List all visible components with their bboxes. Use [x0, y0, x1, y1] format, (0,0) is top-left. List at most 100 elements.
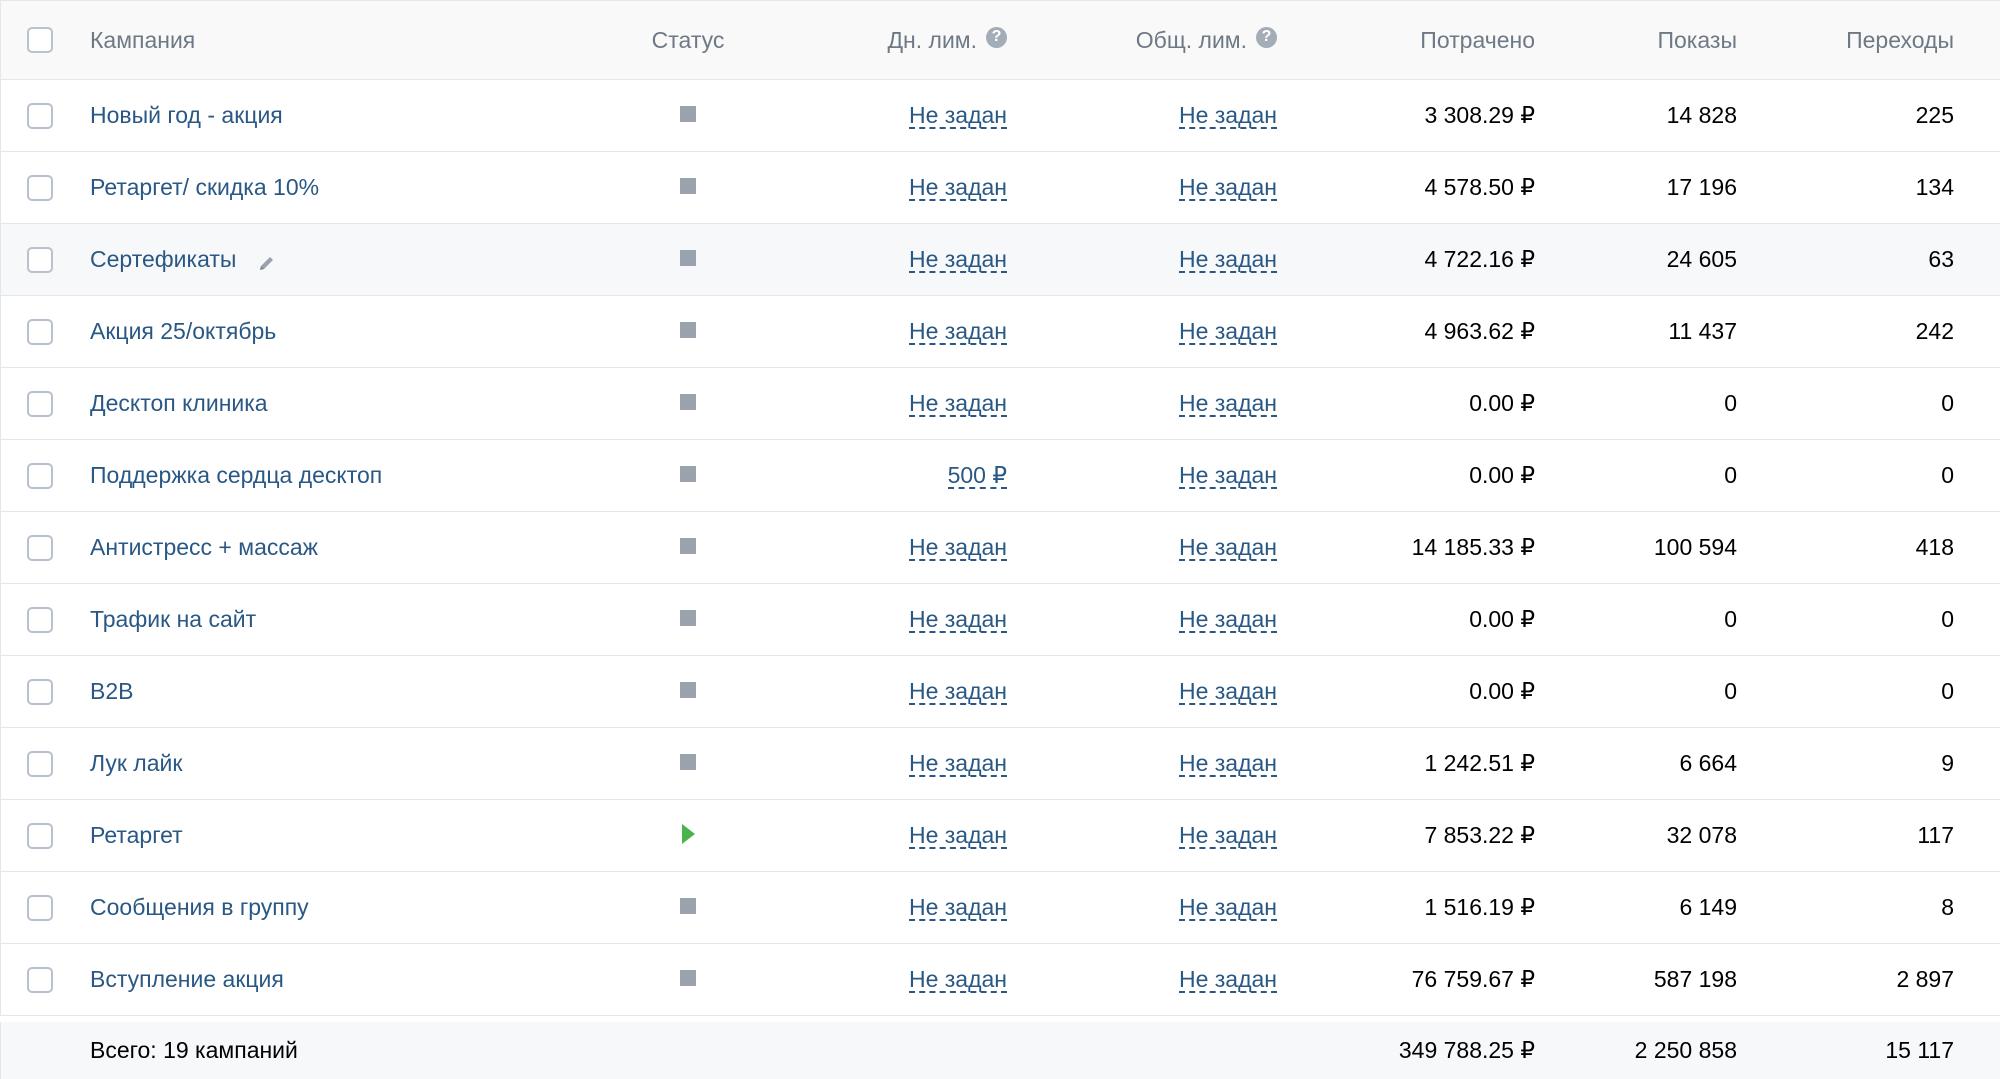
row-checkbox[interactable] — [27, 390, 53, 417]
row-checkbox[interactable] — [27, 102, 53, 129]
total-limit-link[interactable]: Не задан — [1178, 463, 1277, 489]
stop-square-icon[interactable] — [680, 609, 696, 626]
stop-square-icon[interactable] — [680, 321, 696, 338]
row-checkbox[interactable] — [27, 462, 53, 489]
total-limit-link[interactable]: Не задан — [1178, 607, 1277, 633]
total-limit-link[interactable]: Не задан — [1178, 895, 1277, 921]
stop-square-icon[interactable] — [680, 465, 696, 482]
status-cell[interactable] — [666, 872, 710, 943]
table-row[interactable]: Новый год - акция Не задан Не задан 3 30… — [1, 80, 2000, 152]
campaign-name-link[interactable]: Акция 25/октябрь — [90, 318, 276, 345]
table-row[interactable]: Ретаргет Не задан Не задан 7 853.22 ₽ 32… — [1, 800, 2000, 872]
total-limit-link[interactable]: Не задан — [1178, 679, 1277, 705]
day-limit-link[interactable]: Не задан — [908, 175, 1007, 201]
status-cell[interactable] — [666, 728, 710, 799]
status-cell[interactable] — [666, 224, 710, 295]
table-row[interactable]: Вступление акция Не задан Не задан 76 75… — [1, 944, 2000, 1016]
day-limit-link[interactable]: Не задан — [908, 751, 1007, 777]
total-limit-link[interactable]: Не задан — [1178, 103, 1277, 129]
total-limit-link[interactable]: Не задан — [1178, 535, 1277, 561]
row-checkbox[interactable] — [27, 678, 53, 705]
table-row[interactable]: Антистресс + массаж Не задан Не задан 14… — [1, 512, 2000, 584]
status-cell[interactable] — [666, 944, 710, 1015]
total-limit-link[interactable]: Не задан — [1178, 823, 1277, 849]
header-spent[interactable]: Потрачено — [1420, 1, 1535, 79]
header-total-limit[interactable]: Общ. лим. ? — [1136, 1, 1277, 79]
total-limit-link[interactable]: Не задан — [1178, 751, 1277, 777]
campaign-name-link[interactable]: Сертефикаты — [90, 246, 236, 273]
row-checkbox-cell[interactable] — [27, 368, 57, 439]
row-checkbox-cell[interactable] — [27, 584, 57, 655]
header-status[interactable]: Статус — [652, 1, 725, 79]
row-checkbox[interactable] — [27, 606, 53, 633]
stop-square-icon[interactable] — [680, 681, 696, 698]
header-checkbox-cell[interactable] — [27, 1, 57, 79]
total-limit-link[interactable]: Не задан — [1178, 391, 1277, 417]
table-row[interactable]: Сообщения в группу Не задан Не задан 1 5… — [1, 872, 2000, 944]
day-limit-link[interactable]: Не задан — [908, 103, 1007, 129]
status-cell[interactable] — [666, 368, 710, 439]
table-row[interactable]: Акция 25/октябрь Не задан Не задан 4 963… — [1, 296, 2000, 368]
day-limit-link[interactable]: Не задан — [908, 607, 1007, 633]
stop-square-icon[interactable] — [680, 537, 696, 554]
row-checkbox[interactable] — [27, 750, 53, 777]
row-checkbox-cell[interactable] — [27, 944, 57, 1015]
row-checkbox[interactable] — [27, 894, 53, 921]
row-checkbox-cell[interactable] — [27, 512, 57, 583]
row-checkbox[interactable] — [27, 966, 53, 993]
status-cell[interactable] — [666, 80, 710, 151]
total-limit-link[interactable]: Не задан — [1178, 319, 1277, 345]
campaign-name-link[interactable]: Десктоп клиника — [90, 390, 268, 417]
header-campaign[interactable]: Кампания — [90, 1, 195, 79]
stop-square-icon[interactable] — [680, 249, 696, 266]
header-day-limit[interactable]: Дн. лим. ? — [887, 1, 1007, 79]
row-checkbox-cell[interactable] — [27, 80, 57, 151]
stop-square-icon[interactable] — [680, 897, 696, 914]
campaign-name-link[interactable]: Сообщения в группу — [90, 894, 309, 921]
day-limit-link[interactable]: Не задан — [908, 679, 1007, 705]
row-checkbox[interactable] — [27, 822, 53, 849]
pencil-icon[interactable] — [258, 251, 276, 270]
campaign-name-link[interactable]: Вступление акция — [90, 966, 284, 993]
row-checkbox-cell[interactable] — [27, 656, 57, 727]
campaign-name-link[interactable]: Ретаргет/ скидка 10% — [90, 174, 319, 201]
row-checkbox[interactable] — [27, 318, 53, 345]
row-checkbox-cell[interactable] — [27, 224, 57, 295]
row-checkbox-cell[interactable] — [27, 440, 57, 511]
campaign-name-link[interactable]: Ретаргет — [90, 822, 183, 849]
status-cell[interactable] — [666, 296, 710, 367]
status-cell[interactable] — [666, 584, 710, 655]
campaign-name-link[interactable]: Новый год - акция — [90, 102, 283, 129]
day-limit-link[interactable]: Не задан — [908, 319, 1007, 345]
row-checkbox-cell[interactable] — [27, 152, 57, 223]
stop-square-icon[interactable] — [680, 105, 696, 122]
day-limit-link[interactable]: Не задан — [908, 967, 1007, 993]
select-all-checkbox[interactable] — [27, 27, 53, 53]
table-row[interactable]: Десктоп клиника Не задан Не задан 0.00 ₽… — [1, 368, 2000, 440]
play-triangle-icon[interactable] — [681, 823, 695, 844]
total-limit-link[interactable]: Не задан — [1178, 175, 1277, 201]
day-limit-link[interactable]: Не задан — [908, 823, 1007, 849]
table-row[interactable]: Лук лайк Не задан Не задан 1 242.51 ₽ 6 … — [1, 728, 2000, 800]
stop-square-icon[interactable] — [680, 753, 696, 770]
row-checkbox-cell[interactable] — [27, 728, 57, 799]
table-row[interactable]: Ретаргет/ скидка 10% Не задан Не задан 4… — [1, 152, 2000, 224]
campaign-name-link[interactable]: Лук лайк — [90, 750, 182, 777]
campaign-name-link[interactable]: B2B — [90, 678, 133, 705]
campaign-name-link[interactable]: Поддержка сердца десктоп — [90, 462, 382, 489]
campaign-name-link[interactable]: Трафик на сайт — [90, 606, 256, 633]
row-checkbox-cell[interactable] — [27, 296, 57, 367]
status-cell[interactable] — [666, 152, 710, 223]
campaign-name-link[interactable]: Антистресс + массаж — [90, 534, 318, 561]
total-limit-link[interactable]: Не задан — [1178, 247, 1277, 273]
day-limit-link[interactable]: Не задан — [908, 895, 1007, 921]
status-cell[interactable] — [666, 440, 710, 511]
total-limit-help-icon[interactable]: ? — [1256, 26, 1277, 48]
row-checkbox[interactable] — [27, 246, 53, 273]
table-row[interactable]: Сертефикаты Не задан Не задан 4 722.16 ₽… — [1, 224, 2000, 296]
table-row[interactable]: Трафик на сайт Не задан Не задан 0.00 ₽ … — [1, 584, 2000, 656]
status-cell[interactable] — [666, 512, 710, 583]
header-shows[interactable]: Показы — [1657, 1, 1737, 79]
header-clicks[interactable]: Переходы — [1846, 1, 1954, 79]
status-cell[interactable] — [666, 800, 710, 871]
